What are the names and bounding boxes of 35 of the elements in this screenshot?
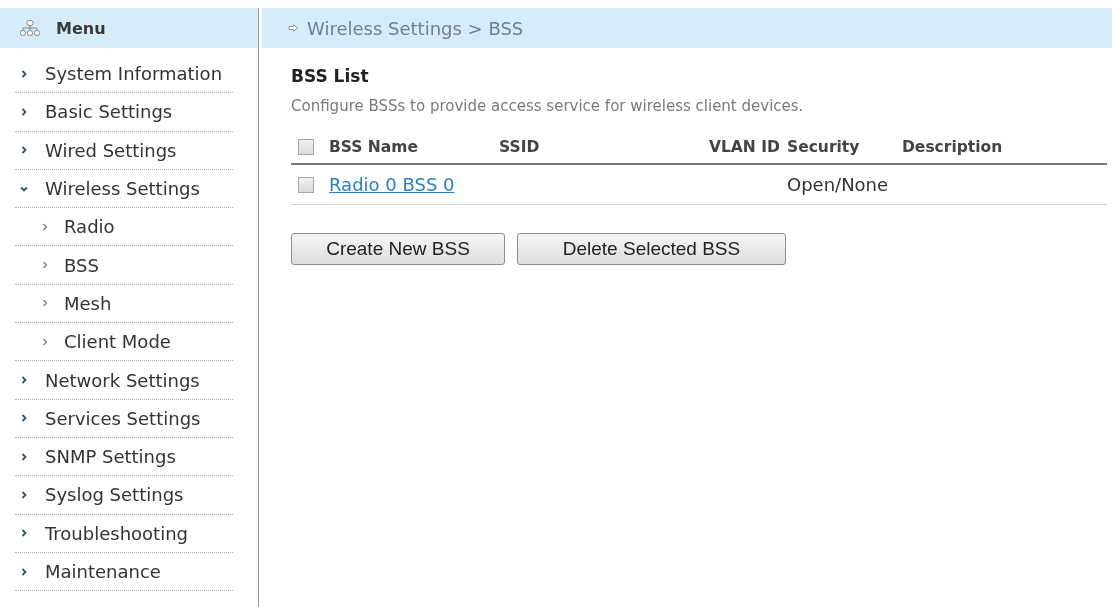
- action-button[interactable]: Create New BSS: [291, 233, 505, 265]
- submenu-item[interactable]: BSS: [15, 246, 233, 285]
- column-header: BSS Name: [329, 137, 419, 156]
- chevron-right-icon: [41, 299, 49, 308]
- breadcrumb: Wireless Settings > BSS: [307, 17, 524, 39]
- column-header: Security: [787, 137, 861, 156]
- table-cell: Open/None: [787, 174, 889, 195]
- column-header: SSID: [499, 137, 541, 156]
- submenu-item[interactable]: Mesh: [15, 284, 233, 324]
- submenu-item[interactable]: Client Mode: [15, 323, 233, 362]
- checkbox[interactable]: [298, 176, 314, 193]
- menu-item[interactable]: Services Settings: [15, 399, 233, 438]
- bss-link[interactable]: Radio 0 BSS 0: [329, 174, 455, 195]
- submenu-item[interactable]: Radio: [15, 208, 233, 247]
- menu-item[interactable]: Wireless Settings: [15, 169, 233, 209]
- chevron-right-icon: [41, 337, 49, 346]
- arrow-right-icon: [288, 24, 299, 32]
- menu-title: Menu: [56, 18, 106, 38]
- column-header: Description: [902, 137, 1004, 156]
- menu-item[interactable]: Troubleshooting: [15, 514, 233, 553]
- menu-item[interactable]: Wired Settings: [15, 131, 233, 170]
- menu-item[interactable]: System Information: [15, 55, 233, 94]
- menu-item[interactable]: Syslog Settings: [15, 476, 233, 515]
- checkbox[interactable]: [298, 138, 314, 155]
- chevron-right-icon: [41, 261, 49, 270]
- action-button[interactable]: Delete Selected BSS: [517, 233, 786, 265]
- menu-item[interactable]: SNMP Settings: [15, 437, 233, 477]
- menu-item[interactable]: Basic Settings: [15, 93, 233, 132]
- chevron-right-icon: [41, 222, 49, 231]
- column-header: VLAN ID: [709, 137, 781, 156]
- section-description: Configure BSSs to provide access service for wireless client devices.: [291, 97, 805, 115]
- menu-item[interactable]: Network Settings: [15, 361, 233, 400]
- section-title: BSS List: [291, 66, 370, 86]
- hierarchy-icon: [20, 20, 40, 36]
- menu-item[interactable]: Maintenance: [15, 552, 233, 592]
